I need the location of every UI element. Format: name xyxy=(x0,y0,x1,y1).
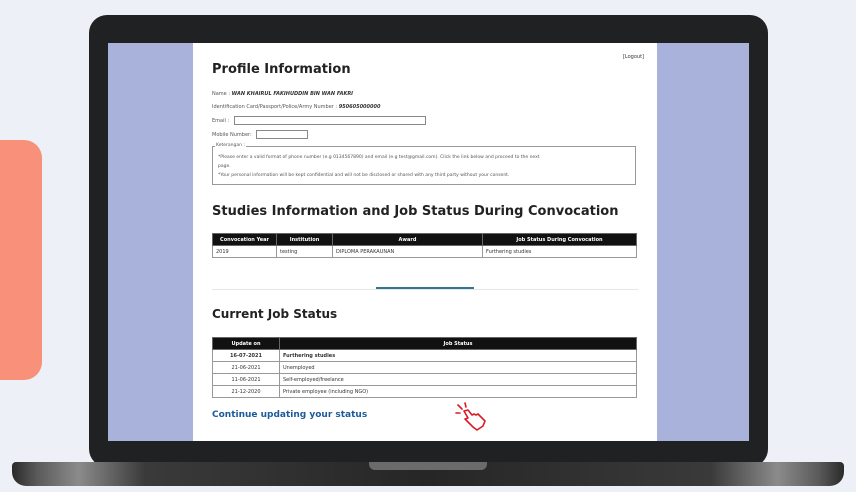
studies-title: Studies Information and Job Status Durin… xyxy=(212,204,619,219)
name-value: WAN KHAIRUL FAKIHUDDIN BIN WAN FAKRI xyxy=(231,91,354,97)
table-row: 16-07-2021 Furthering studies xyxy=(212,349,637,362)
info-note: Keterangan : *Please enter a valid forma… xyxy=(212,143,636,185)
decorative-blob xyxy=(0,140,42,380)
column-header: Institution xyxy=(276,233,333,246)
email-label: Email : xyxy=(212,118,230,124)
table-cell: 16-07-2021 xyxy=(212,349,280,362)
table-cell: testing xyxy=(276,245,333,258)
column-header: Job Status xyxy=(279,337,637,350)
laptop-notch xyxy=(369,462,487,470)
mobile-label: Mobile Number: xyxy=(212,132,252,138)
id-row: Identification Card/Passport/Police/Army… xyxy=(212,104,380,110)
email-row: Email : xyxy=(212,116,426,125)
table-cell: Furthering studies xyxy=(279,349,637,362)
table-row: 11-06-2021 Self-employed/freelance xyxy=(212,373,637,386)
studies-table: Convocation Year Institution Award Job S… xyxy=(212,233,637,258)
pointer-hand-icon xyxy=(455,402,489,436)
note-line: page. xyxy=(218,164,231,169)
column-header: Convocation Year xyxy=(212,233,277,246)
current-status-table: Update on Job Status 16-07-2021 Furtheri… xyxy=(212,337,637,398)
section-divider-accent xyxy=(376,287,474,289)
table-cell: 11-06-2021 xyxy=(212,373,280,386)
table-cell: Unemployed xyxy=(279,361,637,374)
continue-updating-link[interactable]: Continue updating your status xyxy=(212,410,367,420)
name-label: Name : xyxy=(212,91,231,97)
mobile-row: Mobile Number: xyxy=(212,130,309,139)
page-content: [Logout] Profile Information Name : WAN … xyxy=(193,43,657,441)
logout-link[interactable]: [Logout] xyxy=(623,54,644,60)
name-row: Name : WAN KHAIRUL FAKIHUDDIN BIN WAN FA… xyxy=(212,91,353,97)
table-row: 21-12-2020 Private employee (including N… xyxy=(212,385,637,398)
table-cell: Private employee (including NGO) xyxy=(279,385,637,398)
id-value: 950605000000 xyxy=(338,104,381,110)
table-cell: 21-06-2021 xyxy=(212,361,280,374)
table-header-row: Update on Job Status xyxy=(212,337,637,350)
table-cell: Furthering studies xyxy=(482,245,637,258)
id-label: Identification Card/Passport/Police/Army… xyxy=(212,104,338,110)
email-input[interactable] xyxy=(233,116,426,125)
table-cell: 21-12-2020 xyxy=(212,385,280,398)
table-row: 21-06-2021 Unemployed xyxy=(212,361,637,374)
column-header: Award xyxy=(332,233,483,246)
section-divider xyxy=(212,289,638,290)
current-status-title: Current Job Status xyxy=(212,307,338,321)
mobile-input[interactable] xyxy=(256,130,309,139)
column-header: Update on xyxy=(212,337,280,350)
note-legend: Keterangan : xyxy=(215,143,246,148)
note-line: *Please enter a valid format of phone nu… xyxy=(218,155,540,160)
profile-title: Profile Information xyxy=(212,62,351,77)
table-cell: 2019 xyxy=(212,245,277,258)
table-cell: DIPLOMA PERAKAUNAN xyxy=(332,245,483,258)
table-cell: Self-employed/freelance xyxy=(279,373,637,386)
laptop-screen: [Logout] Profile Information Name : WAN … xyxy=(108,43,749,441)
table-header-row: Convocation Year Institution Award Job S… xyxy=(212,233,637,246)
column-header: Job Status During Convocation xyxy=(482,233,637,246)
note-line: *Your personal information will be kept … xyxy=(218,173,510,178)
table-row: 2019 testing DIPLOMA PERAKAUNAN Furtheri… xyxy=(212,245,637,258)
